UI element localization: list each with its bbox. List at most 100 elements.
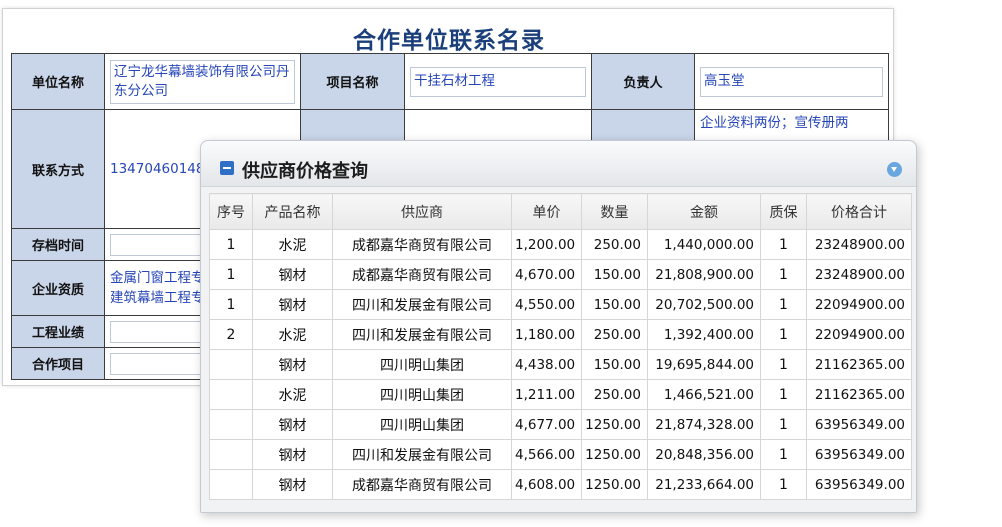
table-row[interactable]: 钢材 四川明山集团 4,677.00 1250.00 21,874,328.00 1 639… — [209, 409, 912, 440]
manager-field[interactable]: 高玉堂 — [700, 66, 883, 97]
col-warranty-cell: 1 — [760, 259, 807, 290]
table-row[interactable]: 1 钢材 四川和发展金有限公司 4,550.00 150.00 20,702,500.00… — [209, 289, 912, 320]
col-total-cell: 21162365.00 — [806, 349, 912, 380]
col-total-header[interactable]: 价格合计 — [806, 193, 912, 230]
col-total-cell: 63956349.00 — [806, 409, 912, 440]
col-amount-cell: 20,848,356.00 — [647, 439, 761, 470]
unit-name-field[interactable]: 辽宁龙华幕墙装饰有限公司丹东分公司 — [110, 59, 295, 104]
chevron-down-icon[interactable] — [887, 162, 902, 177]
col-amount-cell: 1,466,521.00 — [647, 379, 761, 410]
col-warranty-cell: 1 — [760, 409, 807, 440]
col-warranty-cell: 1 — [760, 229, 807, 260]
col-quantity-cell: 1250.00 — [581, 439, 648, 470]
col-warranty-header[interactable]: 质保 — [760, 193, 807, 230]
performance-label: 工程业绩 — [11, 315, 105, 348]
table-row[interactable]: 钢材 成都嘉华商贸有限公司 4,608.00 1250.00 21,233,664.00… — [209, 469, 912, 500]
col-supplier-cell: 四川和发展金有限公司 — [332, 289, 512, 320]
table-row[interactable]: 1 钢材 成都嘉华商贸有限公司 4,670.00 150.00 21,808,900.00… — [209, 259, 912, 290]
col-product-cell: 水泥 — [252, 319, 333, 350]
col-seq-cell — [209, 409, 253, 440]
col-quantity-cell: 250.00 — [581, 319, 648, 350]
col-supplier-cell: 四川明山集团 — [332, 349, 512, 380]
col-quantity-cell: 250.00 — [581, 229, 648, 260]
col-unit-price-cell: 4,670.00 — [511, 259, 582, 290]
col-quantity-header[interactable]: 数量 — [581, 193, 648, 230]
col-product-cell: 钢材 — [252, 469, 333, 500]
col-amount-cell: 21,233,664.00 — [647, 469, 761, 500]
col-seq-cell — [209, 439, 253, 470]
col-warranty-cell: 1 — [760, 439, 807, 470]
col-quantity-cell: 150.00 — [581, 259, 648, 290]
col-supplier-cell: 成都嘉华商贸有限公司 — [332, 259, 512, 290]
col-seq-cell — [209, 379, 253, 410]
project-name-field[interactable]: 干挂石材工程 — [410, 66, 586, 97]
col-amount-cell: 21,874,328.00 — [647, 409, 761, 440]
col-product-cell: 钢材 — [252, 439, 333, 470]
col-seq-cell — [209, 469, 253, 500]
col-total-cell: 22094900.00 — [806, 289, 912, 320]
col-product-cell: 钢材 — [252, 349, 333, 380]
col-quantity-cell: 1250.00 — [581, 469, 648, 500]
col-product-header[interactable]: 产品名称 — [252, 193, 333, 230]
panel-header: 供应商价格查询 — [201, 141, 916, 187]
table-body: 1 水泥 成都嘉华商贸有限公司 1,200.00 250.00 1,440,000.00 1… — [209, 229, 912, 500]
col-supplier-cell: 成都嘉华商贸有限公司 — [332, 469, 512, 500]
col-seq-cell: 1 — [209, 289, 253, 320]
col-amount-cell: 21,808,900.00 — [647, 259, 761, 290]
col-unit-price-cell: 4,438.00 — [511, 349, 582, 380]
col-warranty-cell: 1 — [760, 469, 807, 500]
col-warranty-cell: 1 — [760, 379, 807, 410]
archive-time-label: 存档时间 — [11, 228, 105, 261]
contact-label: 联系方式 — [11, 109, 105, 229]
col-unit-price-cell: 4,677.00 — [511, 409, 582, 440]
supplier-price-table: 序号 产品名称 供应商 单价 数量 金额 质保 价格合计 1 水泥 成都嘉华商贸有限公司 1,200… — [209, 193, 912, 500]
col-supplier-cell: 四川明山集团 — [332, 379, 512, 410]
minus-icon[interactable] — [220, 161, 234, 175]
table-row[interactable]: 钢材 四川和发展金有限公司 4,566.00 1250.00 20,848,356.00… — [209, 439, 912, 470]
col-product-cell: 钢材 — [252, 289, 333, 320]
col-total-cell: 63956349.00 — [806, 439, 912, 470]
col-seq-cell: 1 — [209, 229, 253, 260]
col-amount-header[interactable]: 金额 — [647, 193, 761, 230]
col-product-cell: 水泥 — [252, 379, 333, 410]
col-amount-cell: 20,702,500.00 — [647, 289, 761, 320]
col-unit-price-header[interactable]: 单价 — [511, 193, 582, 230]
table-row[interactable]: 钢材 四川明山集团 4,438.00 150.00 19,695,844.00 1 2116… — [209, 349, 912, 380]
col-supplier-cell: 四川和发展金有限公司 — [332, 319, 512, 350]
col-seq-cell: 1 — [209, 259, 253, 290]
col-supplier-cell: 成都嘉华商贸有限公司 — [332, 229, 512, 260]
col-total-cell: 22094900.00 — [806, 319, 912, 350]
table-header-row: 序号 产品名称 供应商 单价 数量 金额 质保 价格合计 — [209, 193, 912, 230]
col-seq-cell: 2 — [209, 319, 253, 350]
col-unit-price-cell: 4,566.00 — [511, 439, 582, 470]
col-supplier-header[interactable]: 供应商 — [332, 193, 512, 230]
col-seq-cell — [209, 349, 253, 380]
col-amount-cell: 1,392,400.00 — [647, 319, 761, 350]
table-row[interactable]: 2 水泥 四川和发展金有限公司 1,180.00 250.00 1,392,400.00 1… — [209, 319, 912, 350]
manager-label: 负责人 — [591, 53, 695, 110]
col-amount-cell: 1,440,000.00 — [647, 229, 761, 260]
col-quantity-cell: 150.00 — [581, 289, 648, 320]
col-total-cell: 21162365.00 — [806, 379, 912, 410]
col-total-cell: 23248900.00 — [806, 229, 912, 260]
col-quantity-cell: 1250.00 — [581, 409, 648, 440]
project-name-label: 项目名称 — [300, 53, 405, 110]
unit-name-label: 单位名称 — [11, 53, 105, 110]
col-product-cell: 钢材 — [252, 259, 333, 290]
panel-title: 供应商价格查询 — [242, 161, 368, 182]
col-supplier-cell: 四川明山集团 — [332, 409, 512, 440]
qualification-label: 企业资质 — [11, 260, 105, 316]
col-unit-price-cell: 4,550.00 — [511, 289, 582, 320]
col-total-cell: 23248900.00 — [806, 259, 912, 290]
table-row[interactable]: 水泥 四川明山集团 1,211.00 250.00 1,466,521.00 1 21162… — [209, 379, 912, 410]
col-unit-price-cell: 4,608.00 — [511, 469, 582, 500]
table-row[interactable]: 1 水泥 成都嘉华商贸有限公司 1,200.00 250.00 1,440,000.00 1… — [209, 229, 912, 260]
col-total-cell: 63956349.00 — [806, 469, 912, 500]
form-title: 合作单位联系名录 — [353, 28, 545, 54]
col-warranty-cell: 1 — [760, 289, 807, 320]
col-seq-header[interactable]: 序号 — [209, 193, 253, 230]
col-warranty-cell: 1 — [760, 349, 807, 380]
col-supplier-cell: 四川和发展金有限公司 — [332, 439, 512, 470]
remark-field[interactable]: 企业资料两份；宣传册两 — [700, 113, 883, 133]
col-quantity-cell: 250.00 — [581, 379, 648, 410]
